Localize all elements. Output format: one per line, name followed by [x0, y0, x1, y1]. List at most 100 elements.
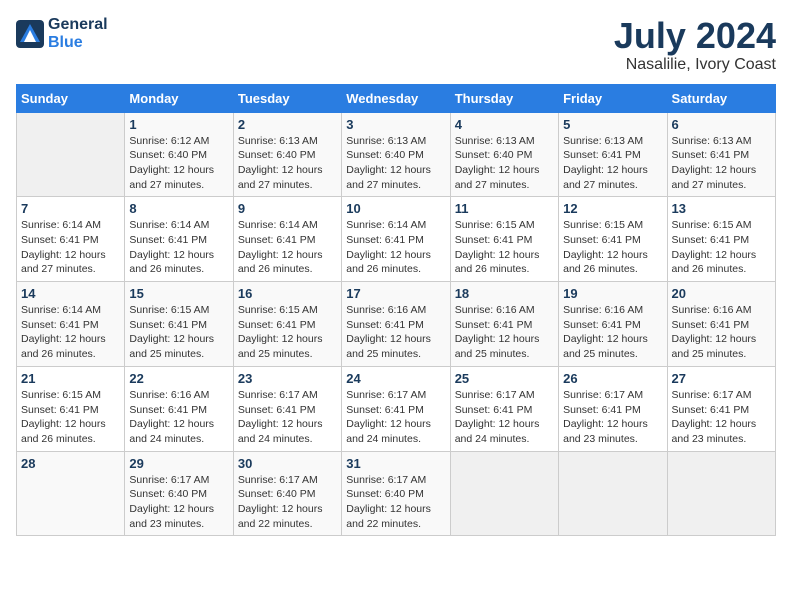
day-number: 22	[129, 371, 228, 386]
day-number: 9	[238, 201, 337, 216]
calendar-cell: 10 Sunrise: 6:14 AM Sunset: 6:41 PM Dayli…	[342, 197, 450, 282]
day-detail: Sunrise: 6:13 AM Sunset: 6:40 PM Dayligh…	[346, 134, 445, 193]
day-detail: Sunrise: 6:16 AM Sunset: 6:41 PM Dayligh…	[129, 388, 228, 447]
day-number: 31	[346, 456, 445, 471]
calendar-cell: 1Sunrise: 6:12 AM Sunset: 6:40 PM Daylig…	[125, 112, 233, 197]
day-detail: Sunrise: 6:14 AM Sunset: 6:41 PM Dayligh…	[21, 218, 120, 277]
day-detail: Sunrise: 6:16 AM Sunset: 6:41 PM Dayligh…	[346, 303, 445, 362]
day-number: 12	[563, 201, 662, 216]
day-detail: Sunrise: 6:14 AM Sunset: 6:41 PM Dayligh…	[346, 218, 445, 277]
calendar-cell: 27Sunrise: 6:17 AM Sunset: 6:41 PM Dayli…	[667, 366, 775, 451]
day-number: 11	[455, 201, 554, 216]
calendar-cell	[559, 451, 667, 536]
day-detail: Sunrise: 6:13 AM Sunset: 6:40 PM Dayligh…	[238, 134, 337, 193]
day-number: 16	[238, 286, 337, 301]
day-detail: Sunrise: 6:12 AM Sunset: 6:40 PM Dayligh…	[129, 134, 228, 193]
calendar-week-row: 28 29 Sunrise: 6:17 AM Sunset: 6:40 PM Day…	[17, 451, 776, 536]
calendar-week-row: 1Sunrise: 6:12 AM Sunset: 6:40 PM Daylig…	[17, 112, 776, 197]
calendar-cell: 16 Sunrise: 6:15 AM Sunset: 6:41 PM Dayli…	[233, 282, 341, 367]
calendar-cell	[667, 451, 775, 536]
calendar-cell: 30 Sunrise: 6:17 AM Sunset: 6:40 PM Dayli…	[233, 451, 341, 536]
day-number: 13	[672, 201, 771, 216]
calendar-cell: 17 Sunrise: 6:16 AM Sunset: 6:41 PM Dayli…	[342, 282, 450, 367]
calendar-cell	[17, 112, 125, 197]
calendar-cell: 13 Sunrise: 6:15 AM Sunset: 6:41 PM Dayli…	[667, 197, 775, 282]
day-number: 27	[672, 371, 771, 386]
calendar-cell: 25 Sunrise: 6:17 AM Sunset: 6:41 PM Dayli…	[450, 366, 558, 451]
day-detail: Sunrise: 6:16 AM Sunset: 6:41 PM Dayligh…	[563, 303, 662, 362]
calendar-cell	[450, 451, 558, 536]
calendar-cell: 14Sunrise: 6:14 AM Sunset: 6:41 PM Dayli…	[17, 282, 125, 367]
logo: General Blue	[16, 16, 108, 51]
calendar-cell: 29 Sunrise: 6:17 AM Sunset: 6:40 PM Dayli…	[125, 451, 233, 536]
col-friday: Friday	[559, 84, 667, 112]
day-number: 19	[563, 286, 662, 301]
calendar-week-row: 21 Sunrise: 6:15 AM Sunset: 6:41 PM Dayli…	[17, 366, 776, 451]
logo-blue: Blue	[48, 34, 108, 52]
day-number: 29	[129, 456, 228, 471]
calendar-cell: 20 Sunrise: 6:16 AM Sunset: 6:41 PM Dayli…	[667, 282, 775, 367]
calendar-week-row: 7 Sunrise: 6:14 AM Sunset: 6:41 PM Daylig…	[17, 197, 776, 282]
day-detail: Sunrise: 6:17 AM Sunset: 6:40 PM Dayligh…	[346, 473, 445, 532]
logo-icon	[16, 20, 44, 48]
calendar-cell: 15 Sunrise: 6:15 AM Sunset: 6:41 PM Dayli…	[125, 282, 233, 367]
calendar-cell: 22 Sunrise: 6:16 AM Sunset: 6:41 PM Dayli…	[125, 366, 233, 451]
day-detail: Sunrise: 6:15 AM Sunset: 6:41 PM Dayligh…	[129, 303, 228, 362]
calendar-cell: 21 Sunrise: 6:15 AM Sunset: 6:41 PM Dayli…	[17, 366, 125, 451]
day-number: 30	[238, 456, 337, 471]
calendar-cell: 12 Sunrise: 6:15 AM Sunset: 6:41 PM Dayli…	[559, 197, 667, 282]
day-detail: Sunrise: 6:13 AM Sunset: 6:40 PM Dayligh…	[455, 134, 554, 193]
calendar-week-row: 14Sunrise: 6:14 AM Sunset: 6:41 PM Dayli…	[17, 282, 776, 367]
calendar-cell: 18Sunrise: 6:16 AM Sunset: 6:41 PM Dayli…	[450, 282, 558, 367]
calendar-cell: 28	[17, 451, 125, 536]
day-number: 6	[672, 117, 771, 132]
day-number: 21	[21, 371, 120, 386]
calendar-cell: 9 Sunrise: 6:14 AM Sunset: 6:41 PM Daylig…	[233, 197, 341, 282]
day-number: 8	[129, 201, 228, 216]
calendar-table: Sunday Monday Tuesday Wednesday Thursday…	[16, 84, 776, 537]
calendar-cell: 11 Sunrise: 6:15 AM Sunset: 6:41 PM Dayli…	[450, 197, 558, 282]
day-detail: Sunrise: 6:14 AM Sunset: 6:41 PM Dayligh…	[21, 303, 120, 362]
day-detail: Sunrise: 6:13 AM Sunset: 6:41 PM Dayligh…	[672, 134, 771, 193]
col-saturday: Saturday	[667, 84, 775, 112]
day-number: 25	[455, 371, 554, 386]
day-detail: Sunrise: 6:13 AM Sunset: 6:41 PM Dayligh…	[563, 134, 662, 193]
col-monday: Monday	[125, 84, 233, 112]
day-detail: Sunrise: 6:14 AM Sunset: 6:41 PM Dayligh…	[238, 218, 337, 277]
day-number: 23	[238, 371, 337, 386]
day-number: 10	[346, 201, 445, 216]
day-detail: Sunrise: 6:14 AM Sunset: 6:41 PM Dayligh…	[129, 218, 228, 277]
day-detail: Sunrise: 6:17 AM Sunset: 6:40 PM Dayligh…	[238, 473, 337, 532]
day-number: 7	[21, 201, 120, 216]
day-number: 2	[238, 117, 337, 132]
calendar-cell: 7 Sunrise: 6:14 AM Sunset: 6:41 PM Daylig…	[17, 197, 125, 282]
day-detail: Sunrise: 6:15 AM Sunset: 6:41 PM Dayligh…	[455, 218, 554, 277]
day-detail: Sunrise: 6:16 AM Sunset: 6:41 PM Dayligh…	[672, 303, 771, 362]
day-number: 5	[563, 117, 662, 132]
day-detail: Sunrise: 6:17 AM Sunset: 6:41 PM Dayligh…	[563, 388, 662, 447]
calendar-cell: 5 Sunrise: 6:13 AM Sunset: 6:41 PM Daylig…	[559, 112, 667, 197]
col-sunday: Sunday	[17, 84, 125, 112]
title-block: July 2024 Nasalilie, Ivory Coast	[614, 16, 776, 74]
calendar-cell: 3 Sunrise: 6:13 AM Sunset: 6:40 PM Daylig…	[342, 112, 450, 197]
calendar-cell: 19 Sunrise: 6:16 AM Sunset: 6:41 PM Dayli…	[559, 282, 667, 367]
day-detail: Sunrise: 6:15 AM Sunset: 6:41 PM Dayligh…	[672, 218, 771, 277]
calendar-cell: 31 Sunrise: 6:17 AM Sunset: 6:40 PM Dayli…	[342, 451, 450, 536]
day-number: 26	[563, 371, 662, 386]
day-number: 4	[455, 117, 554, 132]
month-year: July 2024	[614, 16, 776, 56]
day-detail: Sunrise: 6:15 AM Sunset: 6:41 PM Dayligh…	[21, 388, 120, 447]
day-number: 28	[21, 456, 120, 471]
day-detail: Sunrise: 6:17 AM Sunset: 6:41 PM Dayligh…	[455, 388, 554, 447]
day-number: 15	[129, 286, 228, 301]
day-number: 20	[672, 286, 771, 301]
day-detail: Sunrise: 6:17 AM Sunset: 6:40 PM Dayligh…	[129, 473, 228, 532]
day-number: 24	[346, 371, 445, 386]
day-detail: Sunrise: 6:15 AM Sunset: 6:41 PM Dayligh…	[563, 218, 662, 277]
calendar-cell: 2 Sunrise: 6:13 AM Sunset: 6:40 PM Daylig…	[233, 112, 341, 197]
day-detail: Sunrise: 6:15 AM Sunset: 6:41 PM Dayligh…	[238, 303, 337, 362]
day-number: 3	[346, 117, 445, 132]
calendar-header-row: Sunday Monday Tuesday Wednesday Thursday…	[17, 84, 776, 112]
day-number: 17	[346, 286, 445, 301]
calendar-cell: 4 Sunrise: 6:13 AM Sunset: 6:40 PM Daylig…	[450, 112, 558, 197]
